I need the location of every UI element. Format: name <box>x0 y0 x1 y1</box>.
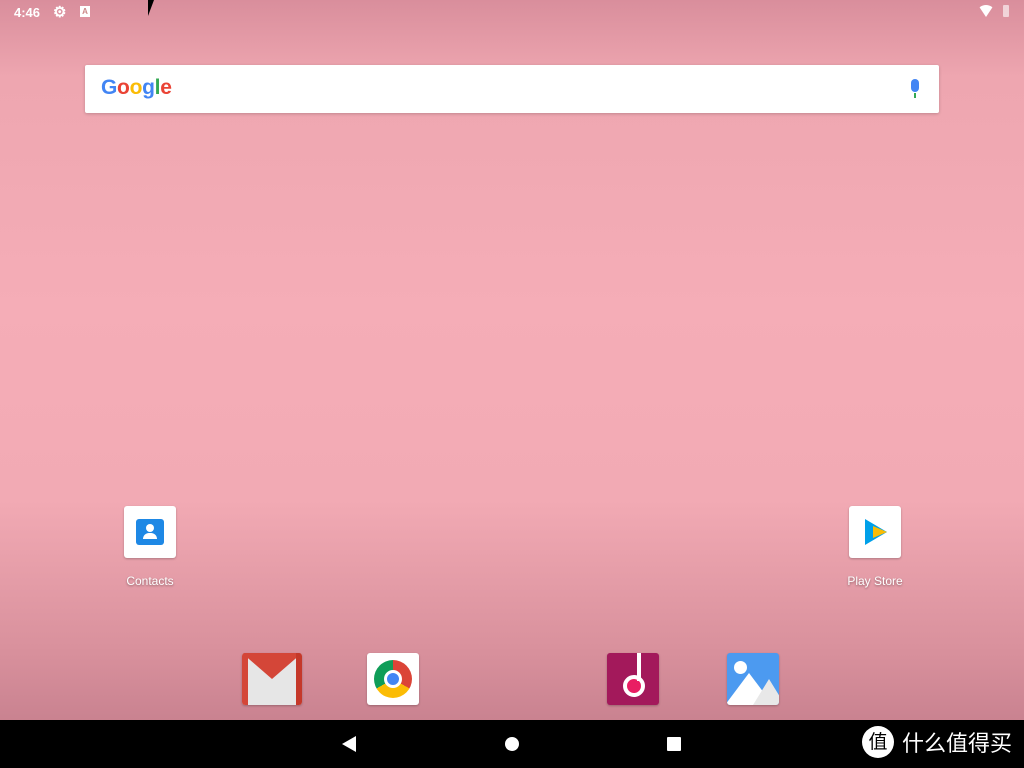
app-label: Contacts <box>126 574 174 588</box>
logo-letter: G <box>101 76 118 99</box>
app-play-store[interactable]: Play Store <box>830 506 920 588</box>
watermark: 值 什么值得买 <box>861 726 1012 758</box>
recents-button[interactable] <box>667 737 681 751</box>
settings-gear-icon: ⚙ <box>53 4 67 21</box>
logo-letter: o <box>117 76 130 99</box>
logo-letter: e <box>160 76 172 99</box>
gmail-icon[interactable] <box>242 653 302 705</box>
keyboard-a-icon: A <box>80 6 90 17</box>
play-store-icon <box>849 506 901 558</box>
app-label: Play Store <box>847 574 903 588</box>
wifi-icon <box>978 5 994 17</box>
gallery-icon[interactable] <box>727 653 779 705</box>
logo-letter: o <box>129 76 143 99</box>
app-contacts[interactable]: Contacts <box>105 506 195 588</box>
home-button[interactable] <box>505 737 519 751</box>
google-logo: Google <box>101 76 172 100</box>
mouse-cursor-icon <box>148 0 154 16</box>
logo-letter: g <box>142 76 155 99</box>
back-button[interactable] <box>342 736 356 752</box>
clock: 4:46 <box>14 5 41 20</box>
navigation-bar: 值 什么值得买 <box>0 720 1024 768</box>
chrome-icon[interactable] <box>367 653 419 705</box>
contacts-icon <box>124 506 176 558</box>
watermark-text: 什么值得买 <box>901 732 1012 757</box>
music-icon[interactable] <box>607 653 659 705</box>
watermark-logo: 值 <box>861 726 894 758</box>
mic-icon[interactable] <box>911 79 919 98</box>
google-search-bar[interactable]: Google <box>85 65 939 113</box>
battery-icon <box>1003 5 1009 17</box>
